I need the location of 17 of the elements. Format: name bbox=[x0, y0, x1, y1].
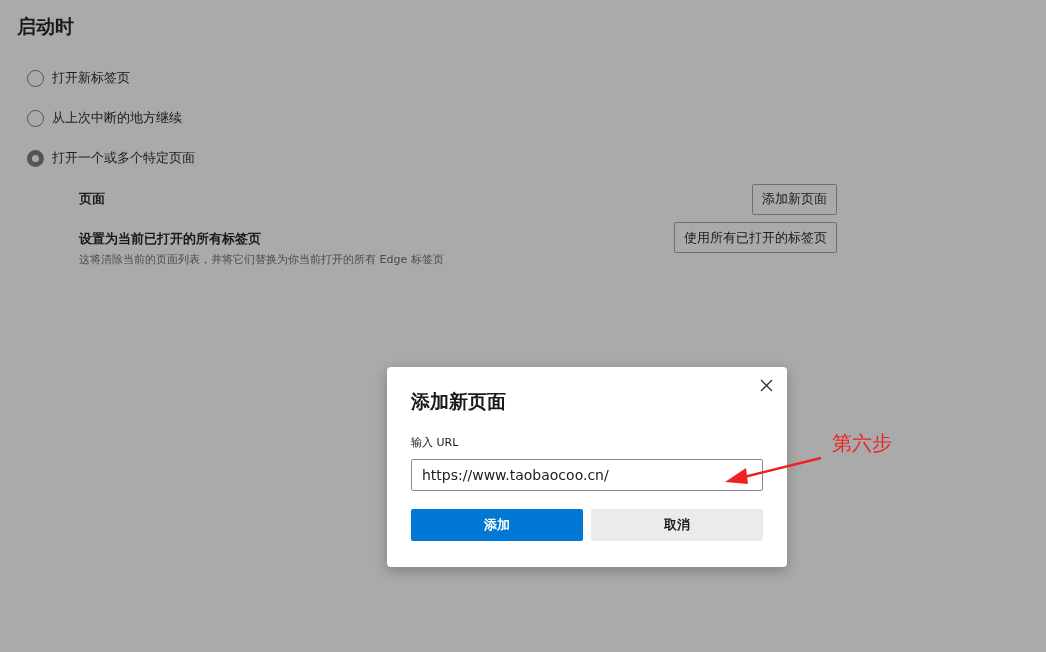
radio-button[interactable] bbox=[27, 149, 44, 167]
annotation-text: 第六步 bbox=[832, 430, 892, 457]
pages-label: 页面 bbox=[79, 190, 105, 208]
dialog-title: 添加新页面 bbox=[411, 389, 507, 414]
field-label: 输入 URL bbox=[411, 435, 460, 450]
option-label: 打开新标签页 bbox=[52, 69, 130, 87]
cancel-button[interactable]: 取消 bbox=[591, 509, 763, 541]
close-icon[interactable] bbox=[760, 379, 773, 392]
option-label: 从上次中断的地方继续 bbox=[52, 109, 182, 127]
option-label: 打开一个或多个特定页面 bbox=[52, 149, 195, 167]
setting-description: 这将清除当前的页面列表，并将它们替换为你当前打开的所有 Edge 标签页 bbox=[79, 252, 444, 267]
setting-label: 设置为当前已打开的所有标签页 bbox=[79, 230, 262, 248]
use-open-tabs-button[interactable]: 使用所有已打开的标签页 bbox=[674, 222, 837, 253]
section-title: 启动时 bbox=[17, 14, 75, 39]
add-page-button[interactable]: 添加新页面 bbox=[752, 183, 837, 215]
url-input-field[interactable]: https://www.taobaocoo.cn/ bbox=[411, 459, 763, 491]
add-button[interactable]: 添加 bbox=[411, 509, 583, 541]
